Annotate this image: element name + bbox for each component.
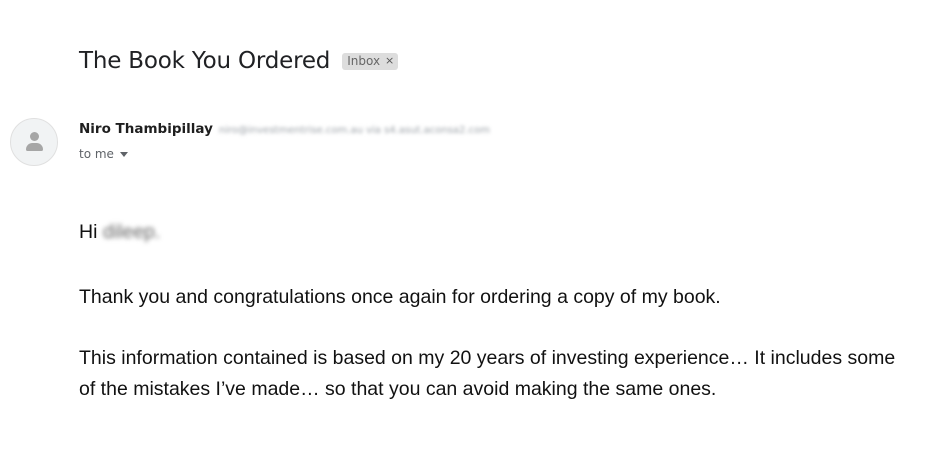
- inbox-label-text: Inbox: [347, 53, 381, 68]
- email-subject: The Book You Ordered: [79, 48, 331, 74]
- caret-down-icon[interactable]: [119, 151, 128, 157]
- inbox-label-chip[interactable]: Inbox ×: [342, 52, 399, 70]
- recipient-details-toggle[interactable]: to me: [79, 147, 128, 161]
- avatar-shoulders: [26, 143, 43, 151]
- sender-name[interactable]: Niro Thambipillay: [79, 121, 213, 137]
- email-paragraph-1: Thank you and congratulations once again…: [79, 286, 721, 308]
- sender-email: niro@investmentrise.com.au via s4.asut.a…: [218, 125, 490, 136]
- sender-row: Niro Thambipillay niro@investmentrise.co…: [79, 121, 490, 137]
- recipient-name-redacted: dileep.: [102, 221, 161, 243]
- sender-avatar[interactable]: [10, 118, 58, 166]
- greeting-prefix: Hi: [79, 221, 98, 243]
- close-icon[interactable]: ×: [385, 54, 394, 67]
- email-paragraph-2: This information contained is based on m…: [79, 347, 896, 400]
- recipient-label: to me: [79, 147, 114, 161]
- subject-row: The Book You Ordered Inbox ×: [79, 48, 399, 74]
- email-greeting: Hi dileep.: [79, 217, 160, 248]
- default-person-avatar-icon: [30, 132, 39, 141]
